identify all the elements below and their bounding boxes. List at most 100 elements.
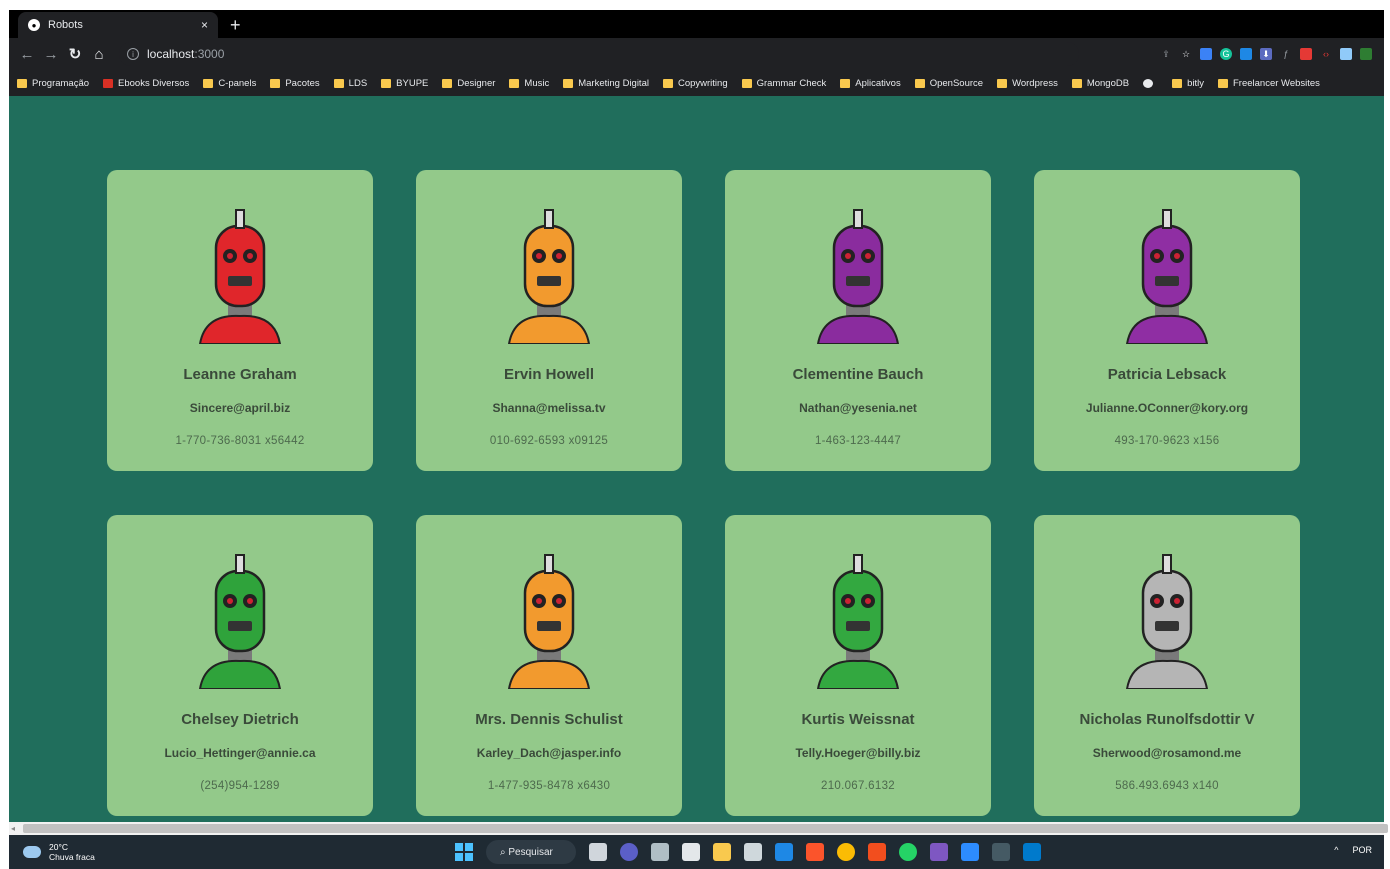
bookmark-label: Aplicativos: [855, 77, 901, 89]
bookmark-label: Designer: [457, 77, 496, 89]
horizontal-scrollbar[interactable]: ◂: [9, 822, 1388, 835]
new-tab-button[interactable]: +: [230, 12, 241, 38]
tray-chevron-icon[interactable]: ^: [1334, 845, 1338, 855]
bookmark-item[interactable]: Programação: [17, 78, 89, 89]
store-icon[interactable]: [682, 843, 700, 861]
robot-card[interactable]: Ervin Howell Shanna@melissa.tv 010-692-659…: [416, 170, 682, 471]
brave-icon[interactable]: [806, 843, 824, 861]
bookmark-item[interactable]: OpenSource: [914, 78, 983, 89]
bookmark-item[interactable]: BYUPE: [381, 78, 428, 89]
close-tab-icon[interactable]: ×: [201, 18, 208, 32]
extension-screen-icon[interactable]: [1340, 48, 1352, 60]
robot-card[interactable]: Clementine Bauch Nathan@yesenia.net 1-463-…: [725, 170, 991, 471]
info-icon[interactable]: i: [127, 48, 139, 60]
weather-temp: 20°C: [49, 842, 68, 852]
calculator-icon[interactable]: [651, 843, 669, 861]
folder-icon: [333, 78, 344, 88]
code-icon[interactable]: ‹›: [1320, 48, 1332, 60]
bookmark-item[interactable]: Wordpress: [997, 78, 1058, 89]
extension-red-icon[interactable]: [1300, 48, 1312, 60]
notification-app-icon[interactable]: [775, 843, 793, 861]
robot-avatar: [788, 549, 928, 690]
robot-card[interactable]: Chelsey Dietrich Lucio_Hettinger@annie.ca…: [107, 515, 373, 816]
bookmark-item[interactable]: Aplicativos: [840, 77, 901, 89]
file-explorer-icon[interactable]: [713, 843, 731, 861]
extension-blue-icon[interactable]: [1200, 48, 1212, 60]
grammarly-icon[interactable]: G: [1220, 48, 1232, 60]
address-port: :3000: [194, 47, 225, 61]
scroll-left-icon[interactable]: ◂: [11, 824, 15, 833]
task-view-icon[interactable]: [589, 843, 607, 861]
robot-avatar: [1097, 549, 1237, 690]
chrome-icon[interactable]: [837, 843, 855, 861]
share-icon[interactable]: ⇪: [1160, 48, 1172, 60]
folder-icon: [103, 78, 114, 88]
extension-paint-icon[interactable]: [1240, 48, 1252, 60]
bookmark-item[interactable]: Marketing Digital: [563, 78, 649, 89]
reload-icon[interactable]: ↻: [63, 45, 87, 63]
folder-icon: [17, 78, 27, 88]
robot-phone: 1-477-935-8478 x6430: [487, 780, 611, 792]
folder-icon: [1217, 78, 1228, 88]
bookmark-star-icon[interactable]: ☆: [1180, 48, 1192, 60]
figma-icon[interactable]: [868, 843, 886, 861]
bookmark-item[interactable]: Freelancer Websites: [1217, 77, 1320, 89]
zoom-icon[interactable]: [961, 843, 979, 861]
teams-icon[interactable]: [620, 843, 638, 861]
kindle-icon[interactable]: [744, 843, 762, 861]
react-favicon-icon: ●: [28, 19, 40, 31]
tab-title: Robots: [48, 19, 83, 31]
robot-phone: 210.067.6132: [821, 780, 895, 792]
bookmark-item[interactable]: Designer: [442, 78, 495, 89]
function-icon[interactable]: ƒ: [1280, 48, 1292, 60]
folder-icon: [914, 78, 925, 88]
robot-card[interactable]: Leanne Graham Sincere@april.biz 1-770-736-…: [107, 170, 373, 471]
robot-avatar: [479, 549, 619, 690]
windows-start-icon[interactable]: [455, 843, 473, 861]
back-arrow-icon[interactable]: ←: [15, 46, 39, 63]
app-purple-icon[interactable]: [930, 843, 948, 861]
robot-avatar: [170, 549, 310, 690]
whatsapp-icon[interactable]: [899, 843, 917, 861]
taskbar-search[interactable]: ⌕ Pesquisar: [486, 840, 576, 864]
tab-robots[interactable]: ● Robots ×: [18, 12, 218, 38]
weather-widget[interactable]: 20°C Chuva fraca: [23, 842, 95, 862]
folder-icon: [563, 78, 574, 88]
terminal-icon[interactable]: [992, 843, 1010, 861]
bookmark-item[interactable]: Copywriting: [662, 77, 728, 89]
bookmark-item[interactable]: bitly: [1172, 78, 1204, 89]
robot-phone: 586.493.6943 x140: [1115, 780, 1219, 792]
robot-email: Sherwood@rosamond.me: [1092, 746, 1242, 760]
forward-arrow-icon[interactable]: →: [39, 46, 63, 63]
robot-email: Sincere@april.biz: [189, 401, 291, 415]
robot-phone: 1-770-736-8031 x56442: [175, 435, 305, 447]
taskbar: 20°C Chuva fraca ⌕ Pesquisar ^ POR: [9, 835, 1384, 869]
bookmark-item[interactable]: Pacotes: [270, 78, 320, 89]
bookmark-item[interactable]: Grammar Check: [741, 78, 826, 89]
scrollbar-thumb[interactable]: [23, 824, 1388, 833]
download-icon[interactable]: ⬇: [1260, 48, 1272, 60]
bookmark-item[interactable]: C-panels: [203, 78, 256, 89]
bookmark-label: Copywriting: [677, 77, 728, 89]
bookmark-label: LDS: [348, 77, 368, 89]
folder-icon: [442, 78, 453, 88]
robot-name: Mrs. Dennis Schulist: [475, 711, 623, 728]
folder-icon: [741, 78, 752, 88]
bookmark-label: Freelancer Websites: [1232, 77, 1320, 89]
address-host: localhost: [147, 47, 195, 61]
robot-card[interactable]: Mrs. Dennis Schulist Karley_Dach@jasper.i…: [416, 515, 682, 816]
bookmark-item[interactable]: Music: [509, 78, 549, 89]
address-bar[interactable]: i localhost:3000: [119, 42, 1079, 66]
extension-green-icon[interactable]: [1360, 48, 1372, 60]
screen: ● Robots × + ← → ↻ ⌂ i localhost:3000 ⇪ …: [0, 0, 1390, 869]
bookmark-item[interactable]: LDS: [333, 77, 368, 89]
robot-card[interactable]: Nicholas Runolfsdottir V Sherwood@rosamon…: [1034, 515, 1300, 816]
robot-card[interactable]: Patricia Lebsack Julianne.OConner@kory.or…: [1034, 170, 1300, 471]
robot-card[interactable]: Kurtis Weissnat Telly.Hoeger@billy.biz 210…: [725, 515, 991, 816]
bookmark-item[interactable]: Ebooks Diversos: [103, 78, 189, 89]
vscode-icon[interactable]: [1023, 843, 1041, 861]
language-indicator[interactable]: POR: [1352, 845, 1372, 855]
bookmark-item[interactable]: MongoDB: [1071, 78, 1129, 89]
bookmark-item[interactable]: [1143, 78, 1158, 88]
home-icon[interactable]: ⌂: [87, 46, 111, 63]
